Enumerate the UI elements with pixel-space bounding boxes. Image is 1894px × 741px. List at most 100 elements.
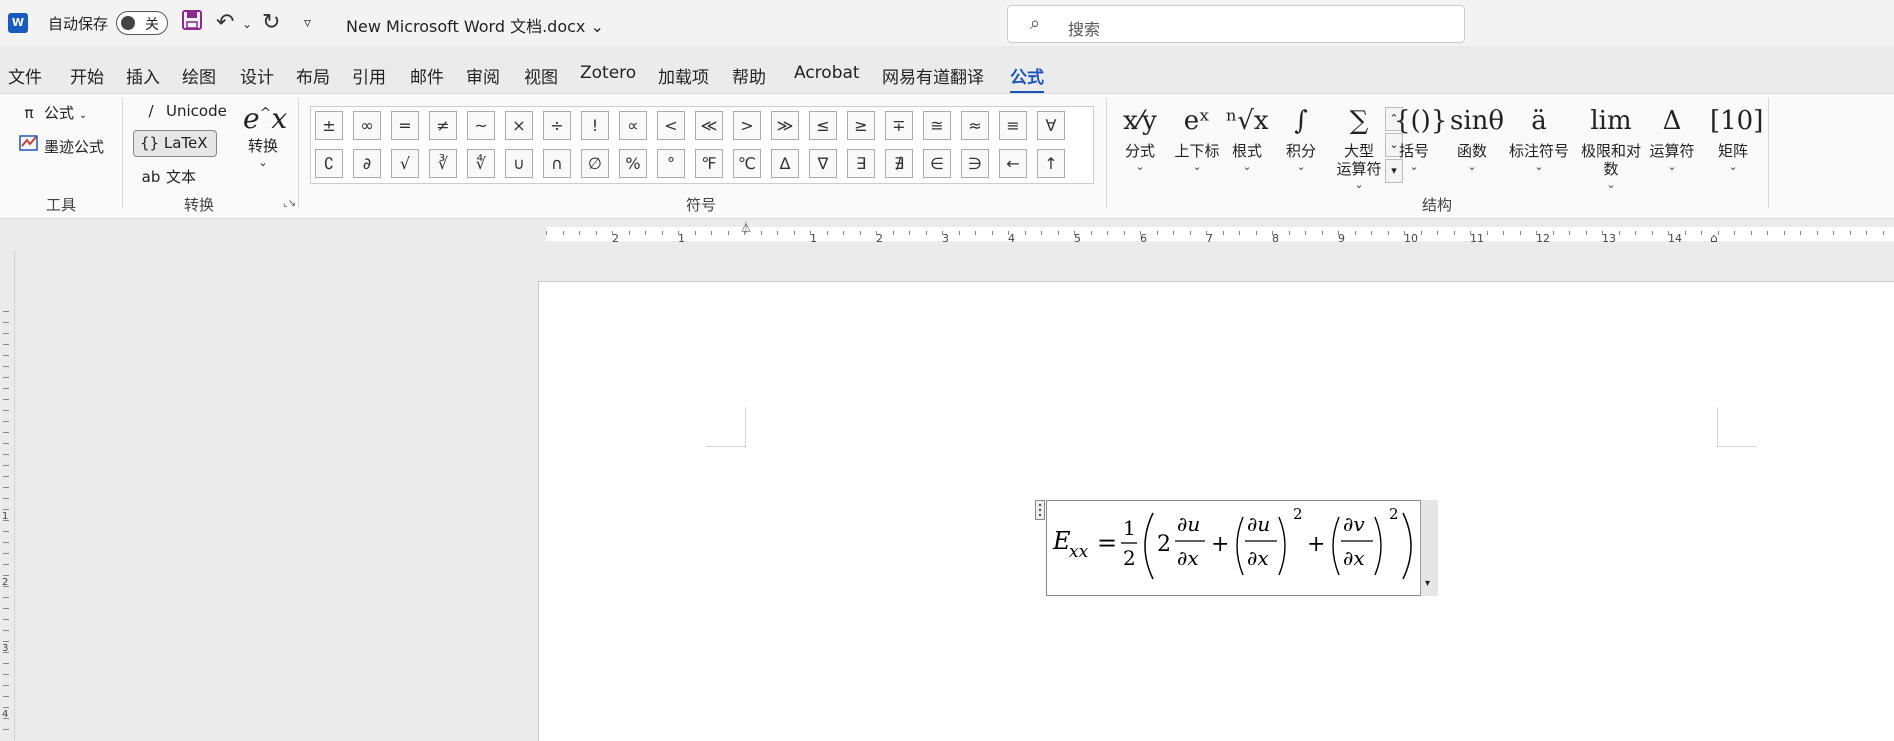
tab-1[interactable]: 开始 <box>70 63 104 88</box>
structure-integral-button[interactable]: ∫ 积分 ⌄ <box>1278 100 1324 173</box>
symbol-button[interactable]: √ <box>391 149 419 178</box>
symbol-button[interactable]: ± <box>315 111 343 140</box>
structure-fraction-button[interactable]: x⁄y 分式 ⌄ <box>1120 100 1160 173</box>
structure-function-button[interactable]: sinθ 函数 ⌄ <box>1450 100 1504 173</box>
structure-radical-button[interactable]: ⁿ√x 根式 ⌄ <box>1226 100 1268 173</box>
symbol-button[interactable]: ∃ <box>847 149 875 178</box>
redo-icon[interactable]: ↻ <box>262 10 280 35</box>
symbol-button[interactable]: ≅ <box>923 111 951 140</box>
symbol-button[interactable]: ≤ <box>809 111 837 140</box>
structure-bracket-button[interactable]: {()} 括号 ⌄ <box>1394 100 1447 173</box>
customize-toolbar-icon[interactable]: ▿ <box>304 15 311 31</box>
tab-15[interactable]: 公式 <box>1010 63 1044 94</box>
symbol-button[interactable]: ≠ <box>429 111 457 140</box>
symbol-button[interactable]: ℃ <box>733 149 761 178</box>
document-title[interactable]: New Microsoft Word 文档.docx ⌄ <box>346 13 604 37</box>
symbol-button[interactable]: ∜ <box>467 149 495 178</box>
horizontal-ruler[interactable]: 2 1 1 2 3 4 5 6 7 8 9 10 11 12 13 14 ⏃ ⌂ <box>0 219 1894 251</box>
symbol-button[interactable]: ∞ <box>353 111 381 140</box>
dialog-launcher-icon[interactable]: ⌞↘ <box>283 198 296 209</box>
symbol-button[interactable]: ∛ <box>429 149 457 178</box>
symbol-button[interactable]: ∈ <box>923 149 951 178</box>
ruler-tick <box>1470 231 1471 235</box>
tab-5[interactable]: 布局 <box>296 63 330 88</box>
structure-accent-button[interactable]: ä 标注符号 ⌄ <box>1508 100 1570 173</box>
equation-button[interactable]: π 公式 ⌄ <box>18 102 87 123</box>
structure-operator-button[interactable]: Δ 运算符 ⌄ <box>1648 100 1696 173</box>
symbol-button[interactable]: ∝ <box>619 111 647 140</box>
symbol-button[interactable]: ~ <box>467 111 495 140</box>
symbol-button[interactable]: ∇ <box>809 149 837 178</box>
structure-script-button[interactable]: eˣ 上下标 ⌄ <box>1172 100 1222 173</box>
tab-11[interactable]: 加载项 <box>658 63 709 88</box>
tab-12[interactable]: 帮助 <box>732 63 766 88</box>
symbol-button[interactable]: ≈ <box>961 111 989 140</box>
symbol-button[interactable]: ∓ <box>885 111 913 140</box>
symbol-button[interactable]: ∪ <box>505 149 533 178</box>
tab-10[interactable]: Zotero <box>580 63 636 83</box>
symbol-button[interactable]: ≥ <box>847 111 875 140</box>
symbol-button[interactable]: ∆ <box>771 149 799 178</box>
tab-3[interactable]: 绘图 <box>182 63 216 88</box>
tab-0[interactable]: 文件 <box>8 63 42 88</box>
symbol-button[interactable]: ∋ <box>961 149 989 178</box>
symbol-button[interactable]: ° <box>657 149 685 178</box>
symbol-button[interactable]: ≡ <box>999 111 1027 140</box>
structure-matrix-button[interactable]: [10] 矩阵 ⌄ <box>1710 100 1763 173</box>
ink-equation-button[interactable]: 墨迹公式 <box>18 134 104 157</box>
undo-dropdown-icon[interactable]: ⌄ <box>242 17 252 31</box>
symbol-button[interactable]: ℉ <box>695 149 723 178</box>
symbol-button[interactable]: × <box>505 111 533 140</box>
text-button[interactable]: ab 文本 <box>140 166 196 187</box>
ruler-tick <box>1635 231 1636 235</box>
convert-button[interactable]: e^x 转换 ⌄ <box>243 102 287 169</box>
symbol-button[interactable]: ∩ <box>543 149 571 178</box>
radical-icon: ⁿ√x <box>1226 106 1269 136</box>
right-indent-icon[interactable]: ⌂ <box>1710 231 1718 245</box>
symbol-button[interactable]: ∅ <box>581 149 609 178</box>
tab-9[interactable]: 视图 <box>524 63 558 88</box>
symbol-button[interactable]: % <box>619 149 647 178</box>
symbol-button[interactable]: ÷ <box>543 111 571 140</box>
word-icon[interactable]: W <box>8 13 28 33</box>
equation-box[interactable]: E xx = 1 2 2 ∂u ∂x + ∂u ∂x 2 + ∂v ∂x 2 <box>1046 500 1438 596</box>
symbol-button[interactable]: ← <box>999 149 1027 178</box>
structure-limit-log-button[interactable]: lim 极限和对数 ⌄ <box>1574 100 1648 191</box>
tab-7[interactable]: 邮件 <box>410 63 444 88</box>
ruler-number: 1 <box>810 232 817 245</box>
symbol-button[interactable]: < <box>657 111 685 140</box>
search-box[interactable]: ⌕ 搜索 <box>1007 5 1465 43</box>
ruler-tick <box>1239 231 1240 235</box>
tab-6[interactable]: 引用 <box>352 63 386 88</box>
symbol-button[interactable]: > <box>733 111 761 140</box>
symbol-button[interactable]: ! <box>581 111 609 140</box>
ruler-tick <box>1024 231 1026 235</box>
symbol-button[interactable]: ∀ <box>1037 111 1065 140</box>
equation-options-dropdown[interactable]: ▾ <box>1420 500 1438 596</box>
save-icon[interactable] <box>182 10 202 36</box>
symbol-button[interactable]: ∂ <box>353 149 381 178</box>
symbol-button[interactable]: ≪ <box>695 111 723 140</box>
symbol-button[interactable]: ∄ <box>885 149 913 178</box>
autosave-toggle[interactable]: 关 <box>116 11 168 35</box>
tab-13[interactable]: Acrobat <box>794 63 860 83</box>
vruler-tick <box>3 311 9 312</box>
symbol-button[interactable]: = <box>391 111 419 140</box>
tab-4[interactable]: 设计 <box>240 63 274 88</box>
unicode-button[interactable]: / Unicode <box>140 102 226 120</box>
undo-icon[interactable]: ↶ <box>216 10 234 35</box>
vertical-ruler[interactable]: 1 2 3 4 <box>0 251 15 740</box>
ruler-tick <box>1437 231 1438 235</box>
equation-handle-icon[interactable] <box>1035 500 1045 520</box>
eq-dx-2: ∂x <box>1247 546 1269 570</box>
symbol-button[interactable]: ↑ <box>1037 149 1065 178</box>
indent-marker-icon[interactable]: ⏃ <box>740 219 752 236</box>
symbol-button[interactable]: ≫ <box>771 111 799 140</box>
tab-14[interactable]: 网易有道翻译 <box>882 63 984 88</box>
latex-button[interactable]: {} LaTeX <box>133 130 217 157</box>
ruler-tick <box>1602 231 1603 235</box>
structure-large-operator-button[interactable]: ∑ 大型 运算符 ⌄ <box>1332 100 1386 191</box>
tab-2[interactable]: 插入 <box>126 63 160 88</box>
tab-8[interactable]: 审阅 <box>466 63 500 88</box>
symbol-button[interactable]: ∁ <box>315 149 343 178</box>
